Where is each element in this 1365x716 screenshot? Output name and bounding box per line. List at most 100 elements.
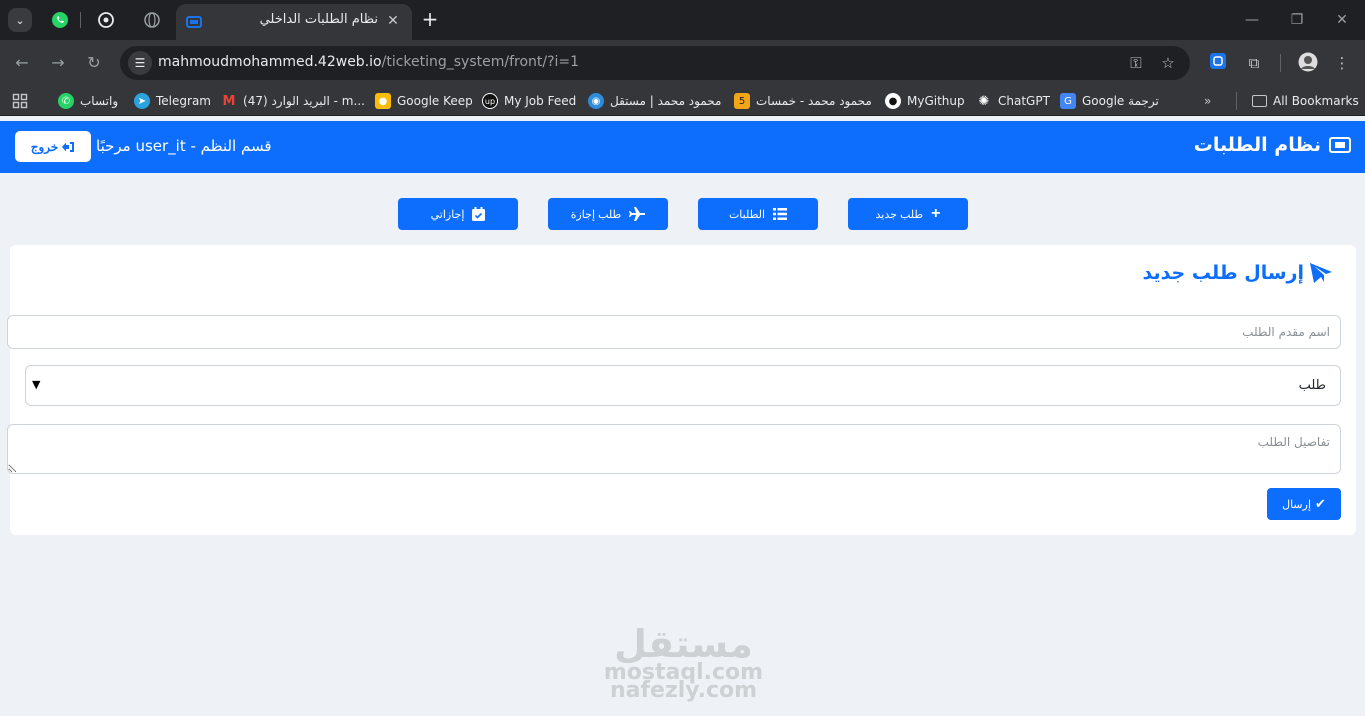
apps-grid-icon[interactable] [12, 92, 28, 110]
translate-icon: G [1060, 93, 1076, 109]
browser-toolbar: ← → ↻ ☰ mahmoudmohammed.42web.io/ticketi… [0, 40, 1365, 86]
new-request-button[interactable]: + طلب جديد [848, 198, 968, 230]
active-tab[interactable]: نظام الطلبات الداخلي ✕ [176, 4, 412, 40]
restore-icon[interactable]: ❐ [1287, 10, 1307, 30]
bookmark-label: Google Keep [397, 94, 473, 108]
bookmark-whatsapp[interactable]: ✆ واتساب [58, 92, 118, 110]
pinned-tab-chatgpt[interactable] [96, 10, 116, 30]
request-type-select[interactable]: طلب ▼ [25, 365, 1341, 406]
my-leaves-label: إجازاتي [430, 208, 465, 221]
ticket-icon [1329, 137, 1351, 153]
card-title: إرسال طلب جديد [1142, 262, 1332, 284]
tab-search-button[interactable]: ⌄ [8, 8, 32, 32]
pinned-tab-whatsapp[interactable] [50, 10, 70, 30]
bookmark-gmail[interactable]: M البريد الوارد (47) - m... [221, 92, 365, 110]
submit-label: إرسال [1282, 498, 1312, 511]
keep-icon: ● [375, 93, 391, 109]
bookmark-khamsat[interactable]: 5 محمود محمد - خمسات [734, 92, 872, 110]
bookmarks-bar: ✆ واتساب ➤ Telegram M البريد الوارد (47) - … [0, 86, 1365, 116]
paper-plane-icon [1310, 263, 1332, 283]
whatsapp-icon [52, 12, 68, 28]
welcome-text: مرحبًا user_it - قسم النظم [96, 137, 272, 155]
brand-title: نظام الطلبات [1193, 134, 1321, 156]
tab-separator [80, 12, 81, 28]
bookmark-label: Google ترجمة [1082, 94, 1159, 108]
page-header: نظام الطلبات مرحبًا user_it - قسم النظم [0, 121, 1365, 173]
logout-label: خروج [30, 139, 59, 154]
bookmark-label: واتساب [80, 94, 119, 108]
submit-button[interactable]: ✔ إرسال [1267, 488, 1341, 520]
bookmark-telegram[interactable]: ➤ Telegram [134, 92, 211, 110]
gmail-icon: M [222, 93, 236, 109]
ticket-favicon-icon [186, 16, 202, 28]
bookmark-google-translate[interactable]: G Google ترجمة [1060, 92, 1159, 110]
password-key-icon[interactable]: ⚿ [1126, 53, 1146, 73]
requests-label: الطلبات [728, 208, 766, 221]
chatgpt-icon [98, 12, 114, 28]
requester-name-input[interactable] [7, 315, 1341, 349]
minimize-icon[interactable]: — [1242, 10, 1262, 30]
watermark: مستقل mostaql.com nafezly.com [596, 622, 771, 702]
brand[interactable]: نظام الطلبات [1194, 134, 1351, 156]
url-path: /ticketing_system/front/?i=1 [381, 54, 580, 70]
telegram-icon: ➤ [134, 93, 150, 109]
bookmark-chatgpt[interactable]: ✺ ChatGPT [976, 92, 1050, 110]
all-bookmarks-label: All Bookmarks [1273, 94, 1359, 108]
check-icon: ✔ [1315, 496, 1326, 511]
plane-icon [629, 207, 646, 221]
url-text[interactable]: mahmoudmohammed.42web.io/ticketing_syste… [158, 54, 579, 70]
request-type-value: طلب [1298, 378, 1326, 393]
browser-menu-icon[interactable]: ⋮ [1331, 52, 1353, 74]
profile-avatar[interactable] [1297, 52, 1319, 74]
bookmarks-separator [1236, 92, 1237, 110]
extension-translate-icon[interactable] [1207, 52, 1229, 74]
bookmark-label: My Job Feed [504, 94, 577, 108]
whatsapp-icon: ✆ [58, 93, 74, 109]
bookmark-label: محمود محمد - خمسات [756, 94, 872, 108]
bookmark-label: محمود محمد | مستقل [610, 94, 722, 108]
back-icon[interactable]: ← [11, 52, 33, 74]
extensions-puzzle-icon[interactable]: ⧉ [1243, 52, 1265, 74]
globe-icon [144, 12, 160, 28]
request-details-textarea[interactable] [7, 424, 1341, 474]
bookmark-mostaql[interactable]: ◉ محمود محمد | مستقل [588, 92, 721, 110]
github-icon: ● [885, 93, 901, 109]
bookmark-star-icon[interactable]: ☆ [1158, 53, 1178, 73]
bookmark-label: MyGithup [907, 94, 965, 108]
bookmark-github[interactable]: ● MyGithup [885, 92, 965, 110]
my-leaves-button[interactable]: إجازاتي [398, 198, 518, 230]
address-bar[interactable]: ☰ mahmoudmohammed.42web.io/ticketing_sys… [120, 46, 1190, 80]
window-close-icon[interactable]: ✕ [1332, 10, 1352, 30]
bookmark-label: Telegram [156, 94, 211, 108]
requests-button[interactable]: الطلبات [698, 198, 818, 230]
site-settings-icon[interactable]: ☰ [128, 51, 152, 75]
bookmark-my-job-feed[interactable]: up My Job Feed [482, 92, 576, 110]
folder-icon [1252, 95, 1267, 107]
chevron-down-icon: ▼ [32, 378, 41, 391]
browser-tabstrip: ⌄ نظام الطلبات الداخلي ✕ + — ❐ ✕ [0, 0, 1365, 40]
logout-button[interactable]: خروج [15, 131, 91, 162]
watermark-nafezly: nafezly.com [609, 678, 758, 703]
new-request-label: طلب جديد [875, 208, 924, 221]
khamsat-icon: 5 [734, 93, 750, 109]
close-tab-icon[interactable]: ✕ [384, 12, 402, 30]
bookmark-label: البريد الوارد (47) - m... [243, 94, 365, 108]
new-tab-button[interactable]: + [420, 9, 440, 30]
mostaql-icon: ◉ [588, 93, 604, 109]
leave-request-label: طلب إجازة [570, 208, 622, 221]
pinned-tab-globe[interactable] [142, 10, 162, 30]
calendar-check-icon [472, 207, 486, 221]
bookmark-google-keep[interactable]: ● Google Keep [375, 92, 473, 110]
plus-icon: + [931, 205, 941, 222]
forward-icon[interactable]: → [47, 52, 69, 74]
all-bookmarks-folder[interactable]: All Bookmarks [1252, 92, 1359, 110]
chatgpt-icon: ✺ [978, 93, 990, 109]
reload-icon[interactable]: ↻ [83, 52, 105, 74]
list-icon [773, 208, 788, 220]
active-tab-title: نظام الطلبات الداخلي [259, 12, 378, 27]
bookmarks-overflow-icon[interactable]: » [1204, 92, 1211, 110]
url-host: mahmoudmohammed.42web.io [158, 54, 382, 70]
upwork-icon: up [482, 93, 498, 109]
card-title-text: إرسال طلب جديد [1142, 262, 1304, 284]
leave-request-button[interactable]: طلب إجازة [548, 198, 668, 230]
